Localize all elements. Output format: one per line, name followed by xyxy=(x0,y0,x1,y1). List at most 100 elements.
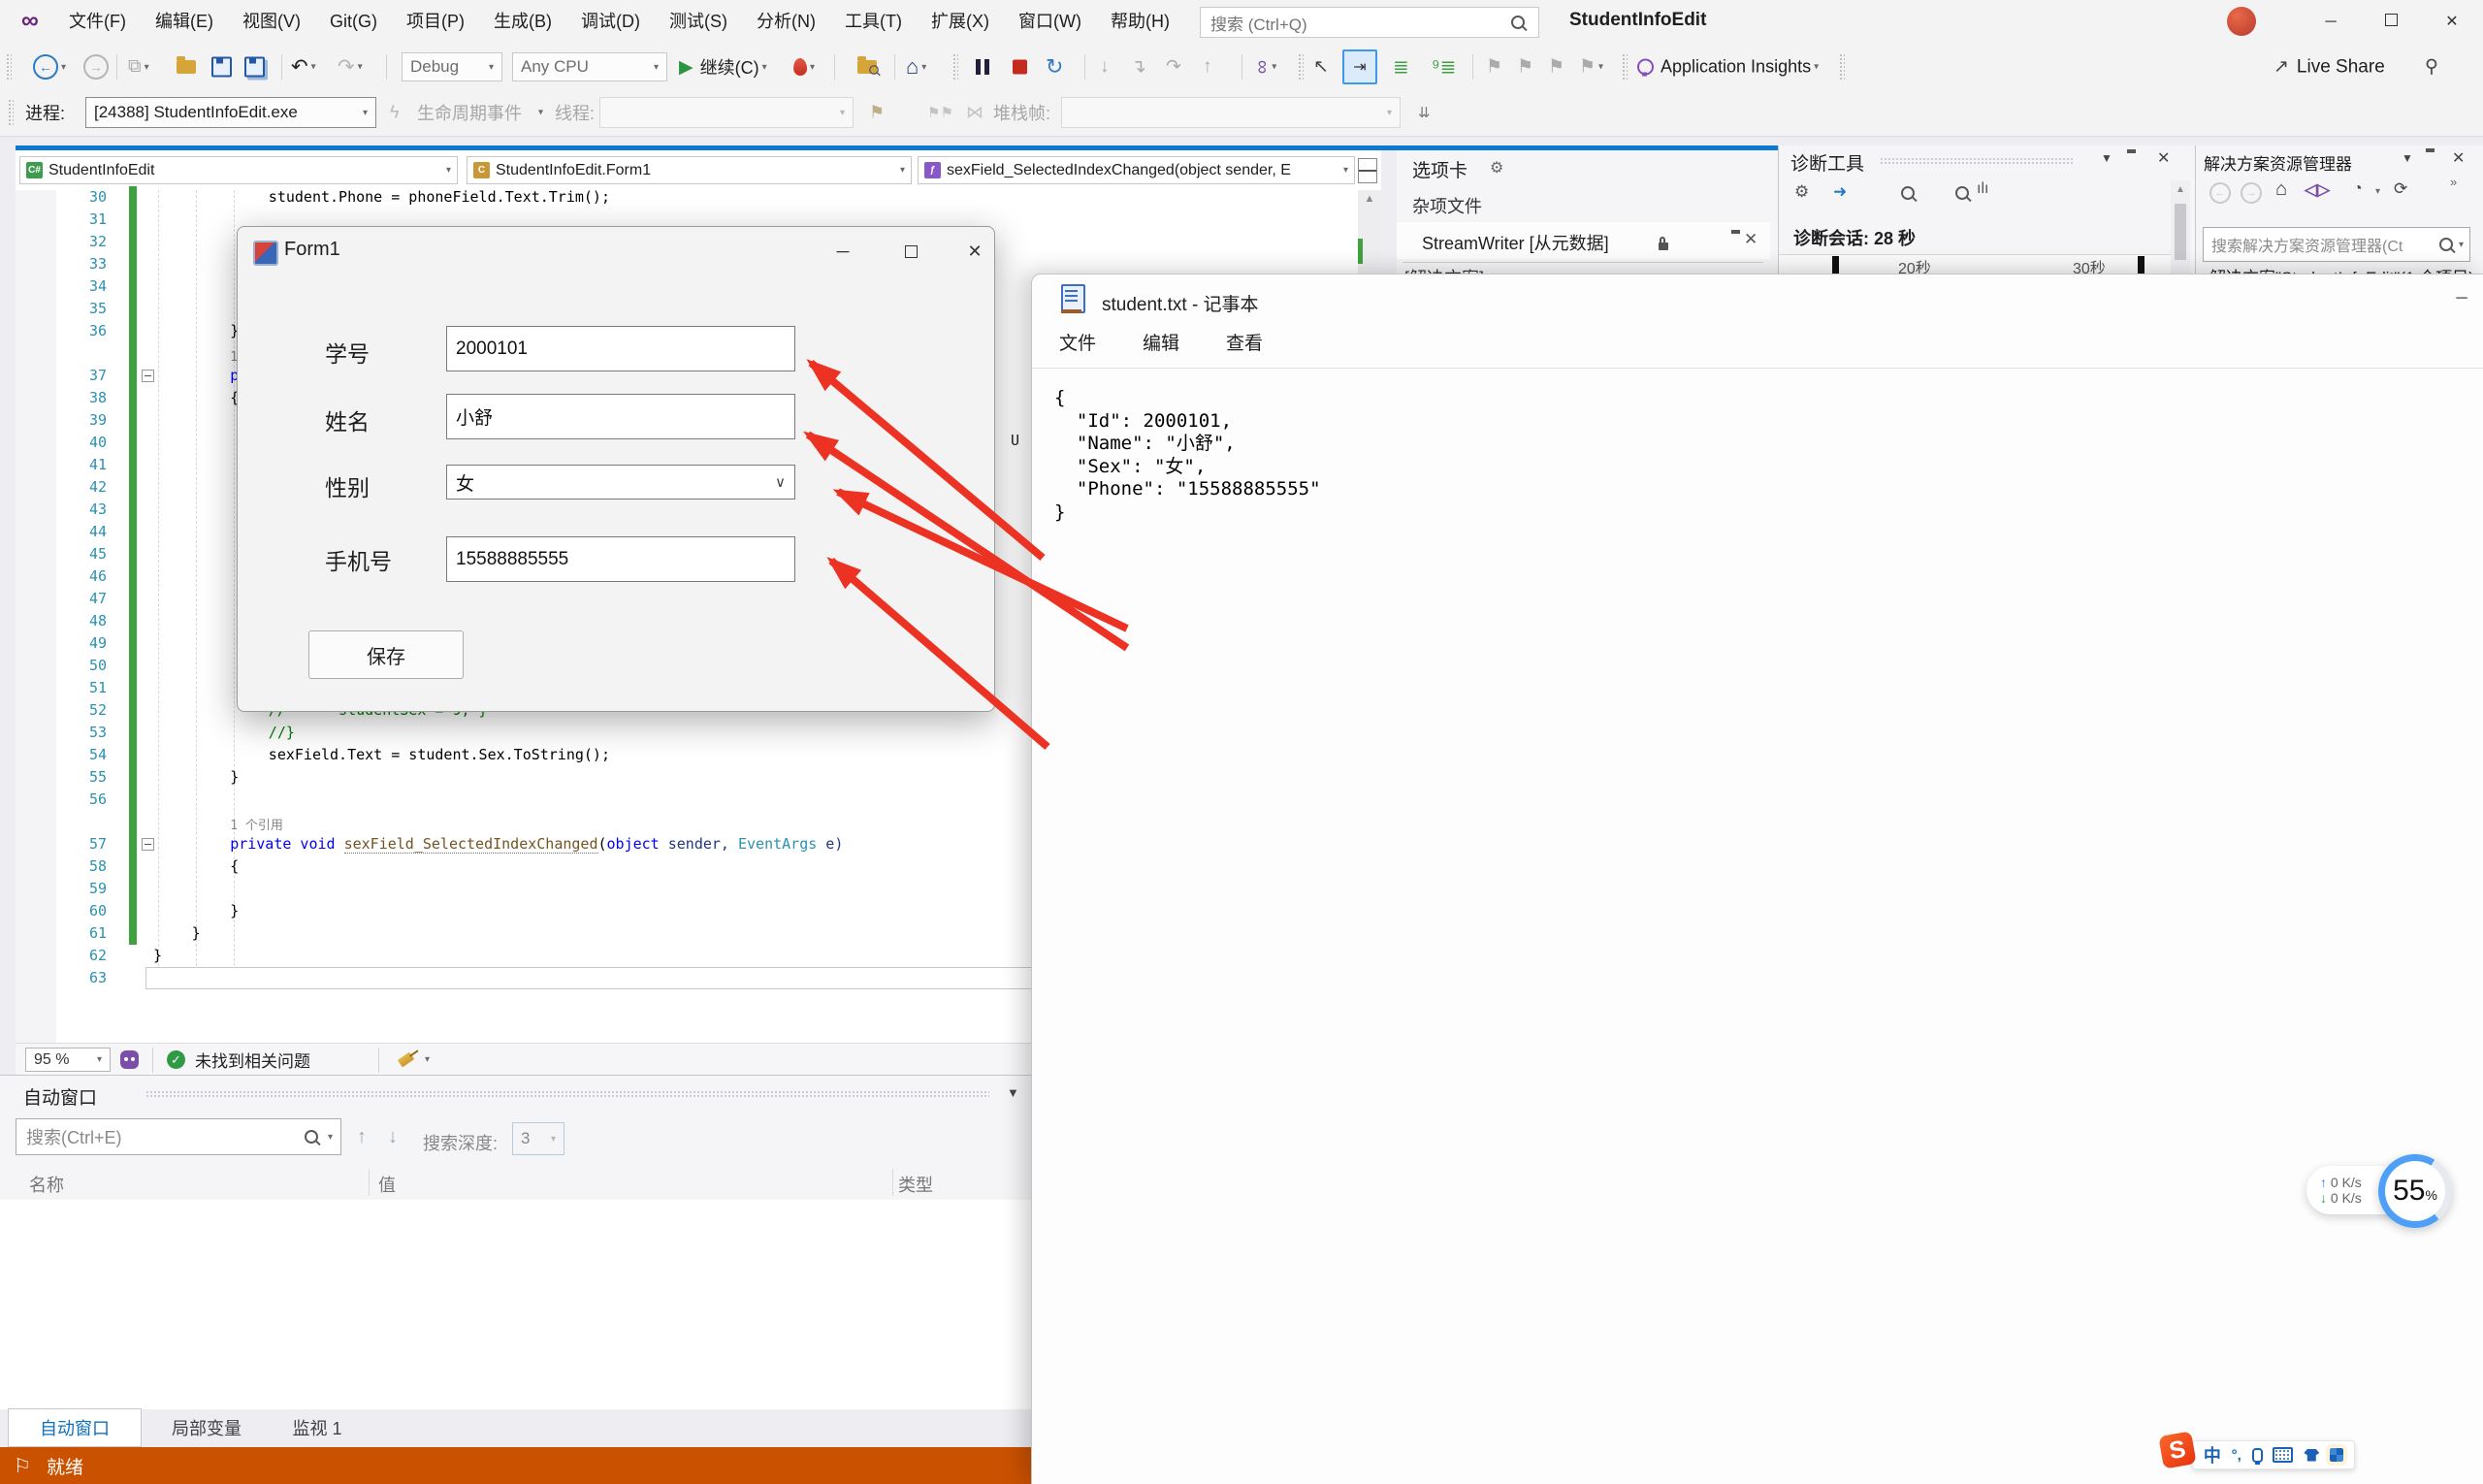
step-up-button[interactable]: ↑ xyxy=(1203,56,1212,78)
step-into-button[interactable]: ↓ xyxy=(1100,56,1110,78)
editor-scrollbar[interactable]: ▲ xyxy=(1358,190,1381,274)
menu-item[interactable]: 编辑(E) xyxy=(141,0,228,44)
close-panel-icon[interactable]: ✕ xyxy=(2157,148,2170,168)
form-close-button[interactable]: ✕ xyxy=(942,227,1008,275)
save-button[interactable] xyxy=(211,57,232,78)
student-id-input[interactable]: 2000101 xyxy=(446,326,795,371)
chevron-down-icon[interactable]: ▼ xyxy=(2402,151,2413,165)
menu-item[interactable]: 生成(B) xyxy=(479,0,566,44)
continue-button[interactable]: ▶继续(C)▾ xyxy=(679,54,767,80)
toolbar-grip[interactable] xyxy=(1298,53,1304,81)
unindent-lines-icon[interactable]: ⁹≣ xyxy=(1432,55,1456,80)
prev-bookmark-icon[interactable]: ⚑ xyxy=(1517,56,1533,79)
toolbar-grip[interactable] xyxy=(8,99,14,126)
scroll-up-icon[interactable]: ▲ xyxy=(2171,184,2190,195)
open-tab-item[interactable]: StreamWriter [从元数据] ✕ xyxy=(1397,222,1770,259)
save-all-button[interactable] xyxy=(244,57,265,78)
keyboard-icon[interactable] xyxy=(2273,1447,2293,1463)
panel-scrollbar[interactable]: ▲ xyxy=(2171,180,2190,274)
microphone-icon[interactable] xyxy=(2252,1448,2263,1463)
sex-select[interactable]: 女 ∨ xyxy=(446,465,795,500)
tab-autos[interactable]: 自动窗口 xyxy=(8,1408,142,1447)
name-input[interactable]: 小舒 xyxy=(446,394,795,439)
column-header-type[interactable]: 类型 xyxy=(898,1172,933,1197)
lifecycle-events-label[interactable]: 生命周期事件 xyxy=(417,100,522,125)
home-icon[interactable]: ⌂ xyxy=(2275,178,2287,201)
zoom-out-icon[interactable] xyxy=(1955,186,1969,200)
collapse-region-button[interactable] xyxy=(142,370,154,382)
breakpoint-margin[interactable] xyxy=(16,190,56,1043)
toolbar-grip[interactable] xyxy=(1839,53,1845,81)
stop-debugging-button[interactable] xyxy=(1013,60,1027,75)
toolbar-grip[interactable] xyxy=(1622,53,1628,81)
form-minimize-button[interactable]: ─ xyxy=(810,227,876,275)
user-avatar[interactable] xyxy=(2227,7,2256,36)
toolbar-overflow-icon[interactable]: ⇊ xyxy=(1418,104,1431,121)
search-up-icon[interactable]: ↑ xyxy=(357,1126,367,1148)
application-insights-button[interactable]: Application Insights▾ xyxy=(1661,57,1819,78)
toolbar-grip[interactable] xyxy=(6,53,12,81)
minimize-button[interactable]: ─ xyxy=(2301,0,2361,44)
menu-item[interactable]: 扩展(X) xyxy=(917,0,1004,44)
autos-search-input[interactable]: 搜索(Ctrl+E) ▾ xyxy=(16,1118,341,1155)
hot-reload-icon[interactable]: ▾ xyxy=(793,58,815,76)
notepad-menu-view[interactable]: 查看 xyxy=(1226,329,1263,355)
pending-filter-icon[interactable]: ◔ xyxy=(2353,180,2363,198)
maximize-button[interactable] xyxy=(2361,0,2421,44)
menu-item[interactable]: 文件(F) xyxy=(54,0,141,44)
tab-watch1[interactable]: 监视 1 xyxy=(274,1408,361,1447)
menu-item[interactable]: 窗口(W) xyxy=(1004,0,1096,44)
toolbox-icon[interactable] xyxy=(2330,1448,2343,1462)
search-depth-dropdown[interactable]: 3▾ xyxy=(512,1122,564,1155)
open-file-button[interactable] xyxy=(177,60,196,74)
flags-icon[interactable]: ⚑⚑ xyxy=(927,104,953,121)
solution-group-label-clipped[interactable]: [解决方案] xyxy=(1404,265,1484,274)
close-panel-icon[interactable]: ✕ xyxy=(2452,148,2465,168)
collapse-region-button[interactable] xyxy=(142,838,154,851)
live-share-button[interactable]: ↗Live Share xyxy=(2273,56,2385,79)
menu-item[interactable]: 测试(S) xyxy=(655,0,742,44)
feedback-flag-icon[interactable]: ⚐ xyxy=(14,1454,31,1478)
column-header-name[interactable]: 名称 xyxy=(29,1172,64,1197)
notepad-text[interactable]: { "Id": 2000101, "Name": "小舒", "Sex": "女… xyxy=(1054,387,1321,525)
intellitrace-icon[interactable]: ∞▾ xyxy=(1255,56,1276,79)
scroll-up-icon[interactable]: ▲ xyxy=(1358,193,1381,205)
gear-icon[interactable]: ⚙ xyxy=(1794,182,1809,202)
breadcrumb-project-dropdown[interactable]: C# StudentInfoEdit▾ xyxy=(19,156,458,184)
gear-icon[interactable]: ⚙ xyxy=(1490,158,1503,177)
column-header-value[interactable]: 值 xyxy=(378,1172,396,1197)
find-in-files-icon[interactable] xyxy=(857,57,881,77)
menu-item[interactable]: 调试(D) xyxy=(566,0,655,44)
new-project-button[interactable]: ⧉▾ xyxy=(128,56,149,78)
break-all-button[interactable] xyxy=(976,59,989,75)
process-dropdown[interactable]: [24388] StudentInfoEdit.exe▾ xyxy=(85,97,376,128)
chart-icon[interactable]: ılı xyxy=(1977,180,1988,198)
restart-button[interactable]: ↻ xyxy=(1046,54,1063,80)
menu-item[interactable]: 帮助(H) xyxy=(1096,0,1184,44)
phone-input[interactable]: 15588885555 xyxy=(446,536,795,582)
solution-search-input[interactable]: 搜索解决方案资源管理器(Ct ▾ xyxy=(2203,227,2470,262)
refresh-icon[interactable]: ⟳ xyxy=(2394,179,2407,199)
notepad-minimize-button[interactable]: ─ xyxy=(2440,284,2483,313)
close-button[interactable]: ✕ xyxy=(2421,0,2483,44)
redo-button[interactable]: ↷▾ xyxy=(338,55,363,80)
notepad-menu-file[interactable]: 文件 xyxy=(1059,329,1096,355)
close-tab-icon[interactable]: ✕ xyxy=(1744,230,1757,249)
zoom-dropdown[interactable]: 95 %▾ xyxy=(25,1048,111,1072)
sync-active-document-icon[interactable]: ◁▷ xyxy=(2305,180,2330,200)
flag-icon[interactable]: ⚑ xyxy=(869,103,885,123)
undo-button[interactable]: ↶▾ xyxy=(291,55,316,80)
navigate-forward-button[interactable]: → xyxy=(83,54,109,80)
share-person-icon[interactable]: ⚲ xyxy=(2425,56,2438,79)
sync-namespace-icon[interactable]: ⌂▾ xyxy=(906,54,926,80)
chevron-down-icon[interactable]: ▾ xyxy=(425,1054,430,1065)
clear-bookmarks-icon[interactable]: ⚑▾ xyxy=(1579,56,1603,79)
step-out-button[interactable]: ↷ xyxy=(1166,56,1181,79)
ime-chinese-mode[interactable]: 中 xyxy=(2204,1442,2221,1468)
overflow-icon[interactable]: » xyxy=(2450,175,2457,189)
ime-punctuation-icon[interactable]: °, xyxy=(2232,1447,2241,1464)
indent-lines-icon[interactable]: ≣ xyxy=(1393,55,1409,80)
export-icon[interactable]: ➜ xyxy=(1833,182,1847,202)
scrollbar-thumb[interactable] xyxy=(2175,204,2186,260)
solution-platform-dropdown[interactable]: Any CPU▾ xyxy=(512,52,667,81)
